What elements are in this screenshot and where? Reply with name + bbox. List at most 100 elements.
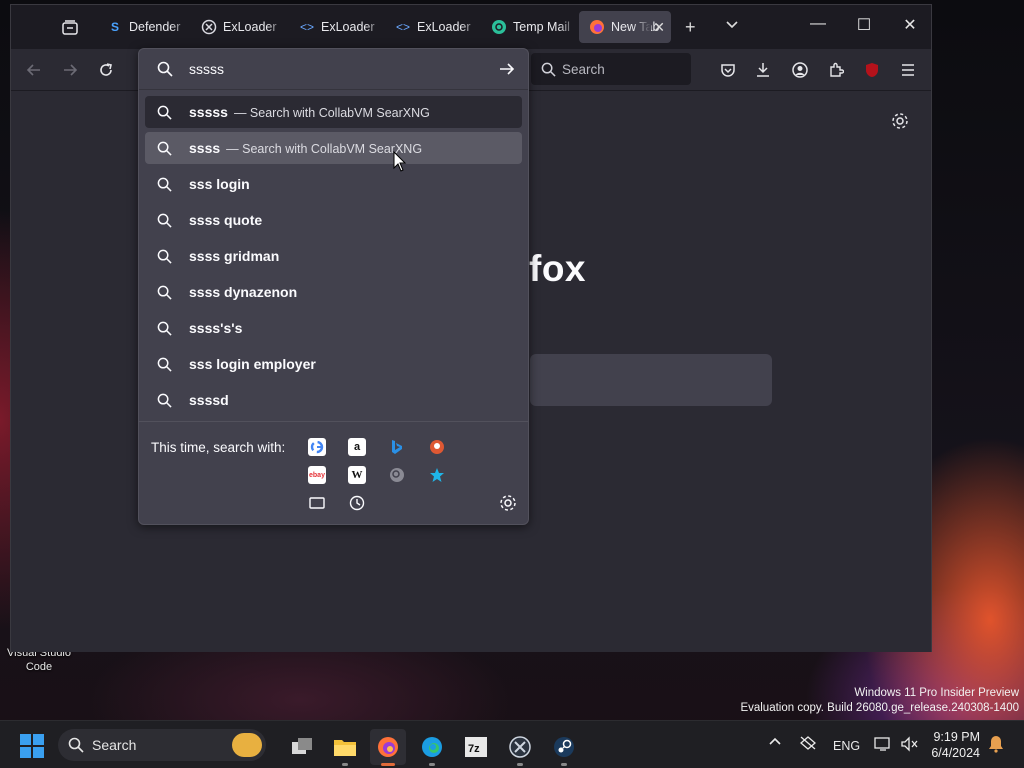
steam-icon[interactable] [546, 729, 582, 766]
bing-engine-icon[interactable] [388, 438, 406, 456]
bookmarks-star-icon[interactable] [428, 466, 446, 484]
result-text: ssss's's [189, 320, 243, 336]
code-icon: <> [299, 20, 314, 34]
watermark-edition: Windows 11 Pro Insider Preview [854, 687, 1019, 699]
close-window-icon[interactable]: ✕ [887, 15, 933, 35]
tab-temp-mail[interactable]: Temp Mail [481, 11, 577, 43]
tempmail-icon [491, 19, 507, 35]
forward-icon[interactable] [59, 59, 81, 81]
file-explorer-icon[interactable] [327, 729, 363, 766]
result-text: sss login [189, 176, 250, 192]
new-tab-icon[interactable]: + [685, 17, 696, 38]
searxng-engine-icon[interactable] [388, 466, 406, 484]
volume-muted-icon[interactable] [900, 736, 918, 755]
tab-defender[interactable]: S Defender [97, 11, 189, 43]
display-icon[interactable] [874, 736, 892, 755]
search-icon [157, 141, 172, 156]
start-button[interactable] [20, 734, 44, 758]
urlbar-result-row[interactable]: ssssd [145, 384, 522, 416]
urlbar-input[interactable]: sssss [139, 49, 528, 89]
back-icon[interactable] [23, 59, 45, 81]
search-icon [68, 737, 84, 753]
show-hidden-icons-chevron-icon[interactable] [768, 735, 782, 752]
duckduckgo-engine-icon[interactable] [428, 438, 446, 456]
ublock-origin-icon[interactable] [861, 59, 883, 81]
search-icon [157, 357, 172, 372]
task-view-icon[interactable] [284, 729, 320, 765]
7zip-icon[interactable]: 7z [458, 729, 494, 765]
search-icon [157, 105, 172, 120]
watermark-build: Evaluation copy. Build 26080.ge_release.… [740, 702, 1019, 714]
result-text: sssss — Search with CollabVM SearXNG [189, 104, 430, 120]
close-tab-icon[interactable]: ✕ [653, 19, 665, 36]
tabs-icon[interactable] [308, 494, 326, 512]
urlbar-result-row[interactable]: ssss gridman [145, 240, 522, 272]
menu-icon[interactable] [897, 59, 919, 81]
tab-exloader-2[interactable]: <> ExLoader [289, 11, 383, 43]
network-offline-icon[interactable] [799, 735, 817, 754]
code-icon: <> [395, 20, 410, 34]
system-clock[interactable]: 9:19 PM 6/4/2024 [928, 729, 980, 761]
customize-gear-icon[interactable] [891, 112, 909, 135]
svg-text:7z: 7z [468, 743, 480, 755]
urlbar-result-row[interactable]: sss login employer [145, 348, 522, 380]
result-text: ssss dynazenon [189, 284, 298, 300]
search-icon [157, 393, 172, 408]
search-icon [157, 285, 172, 300]
urlbar-value[interactable]: sssss [189, 61, 224, 77]
search-highlight-icon [232, 733, 262, 757]
defender-icon: S [110, 20, 119, 34]
maximize-icon[interactable]: ☐ [841, 15, 887, 35]
taskbar-search-label: Search [92, 737, 137, 753]
exloader-taskbar-icon[interactable] [502, 729, 538, 766]
urlbar-result-row[interactable]: ssss dynazenon [145, 276, 522, 308]
tab-exloader-3[interactable]: <> ExLoader [385, 11, 479, 43]
clock-date: 6/4/2024 [931, 746, 980, 760]
list-all-tabs-icon[interactable] [725, 15, 739, 36]
urlbar-result-row[interactable]: ssss's's [145, 312, 522, 344]
result-text: ssss — Search with CollabVM SearXNG [189, 140, 423, 156]
go-arrow-icon[interactable] [499, 61, 515, 77]
downloads-icon[interactable] [752, 59, 774, 81]
tab-new-tab[interactable]: New Tab ✕ [579, 11, 671, 43]
pocket-icon[interactable] [717, 59, 739, 81]
search-icon [157, 177, 172, 192]
edge-icon[interactable] [414, 729, 450, 766]
notification-bell-icon[interactable] [988, 735, 1004, 756]
result-text: ssss gridman [189, 248, 280, 264]
oneoff-label: This time, search with: [151, 440, 286, 455]
minimize-icon[interactable]: — [795, 15, 841, 33]
wikipedia-engine-icon[interactable]: W [348, 466, 366, 484]
page-search-box[interactable] [530, 354, 772, 406]
urlbar-result-row[interactable]: ssss — Search with CollabVM SearXNG [145, 132, 522, 164]
windows-watermark: Windows 11 Pro Insider Preview Evaluatio… [740, 686, 1019, 716]
extensions-icon[interactable] [825, 59, 847, 81]
reload-icon[interactable] [95, 59, 117, 81]
search-icon [157, 213, 172, 228]
search-icon [157, 321, 172, 336]
search-icon [157, 61, 173, 77]
firefox-wordmark: fox [529, 248, 586, 289]
search-icon [541, 62, 556, 77]
input-language[interactable]: ENG [833, 739, 860, 753]
urlbar-result-row[interactable]: sssss — Search with CollabVM SearXNG [145, 96, 522, 128]
account-icon[interactable] [789, 59, 811, 81]
result-suffix: — Search with CollabVM SearXNG [233, 106, 430, 120]
search-bar[interactable]: Search [531, 53, 691, 85]
amazon-engine-icon[interactable]: a [348, 438, 366, 456]
google-engine-icon[interactable] [308, 438, 326, 456]
ebay-engine-icon[interactable]: ebay [308, 466, 326, 484]
result-text: ssss quote [189, 212, 263, 228]
search-settings-gear-icon[interactable] [499, 494, 517, 517]
tab-strip: S Defender ExLoader <> ExLoader <> ExLoa… [11, 5, 931, 49]
taskbar: Search 7z ENG 9:19 PM 6/4/2024 [0, 720, 1024, 768]
search-bar-placeholder: Search [562, 61, 605, 77]
urlbar-result-row[interactable]: ssss quote [145, 204, 522, 236]
taskbar-search[interactable]: Search [58, 729, 266, 761]
history-icon[interactable] [348, 494, 366, 512]
result-text: ssssd [189, 392, 229, 408]
urlbar-result-row[interactable]: sss login [145, 168, 522, 200]
tab-groups-icon[interactable] [59, 17, 81, 39]
tab-exloader-1[interactable]: ExLoader [191, 11, 285, 43]
firefox-taskbar-icon[interactable] [370, 729, 406, 766]
